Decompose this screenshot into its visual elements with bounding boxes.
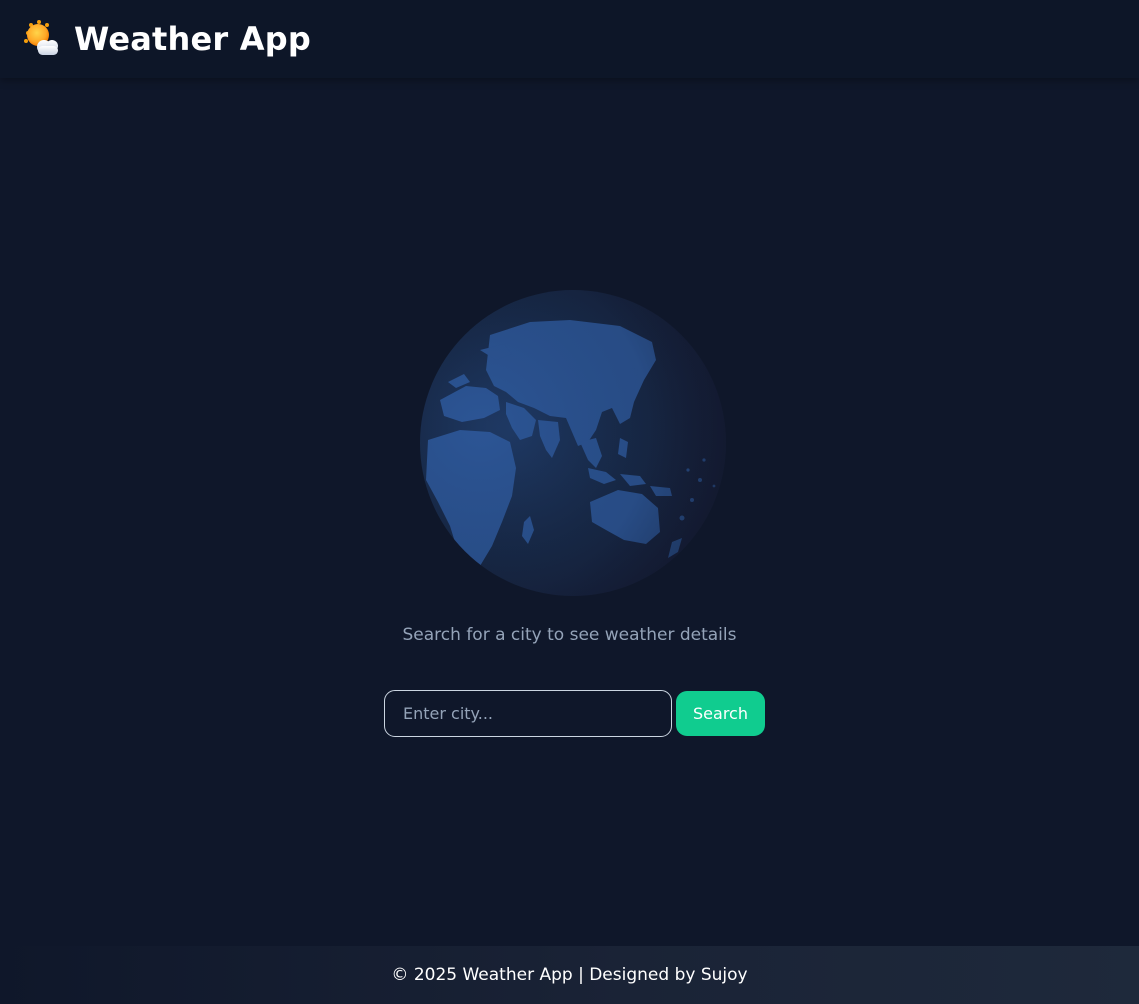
- footer-text: © 2025 Weather App | Designed by Sujoy: [391, 965, 748, 985]
- search-button[interactable]: Search: [676, 691, 765, 736]
- city-search-input[interactable]: [384, 690, 672, 737]
- globe-icon: [420, 290, 726, 596]
- search-prompt: Search for a city to see weather details: [402, 625, 737, 645]
- footer: © 2025 Weather App | Designed by Sujoy: [0, 946, 1139, 1004]
- app-header: Weather App: [0, 0, 1139, 78]
- sun-behind-cloud-icon: [22, 19, 62, 59]
- app-title: Weather App: [74, 20, 311, 58]
